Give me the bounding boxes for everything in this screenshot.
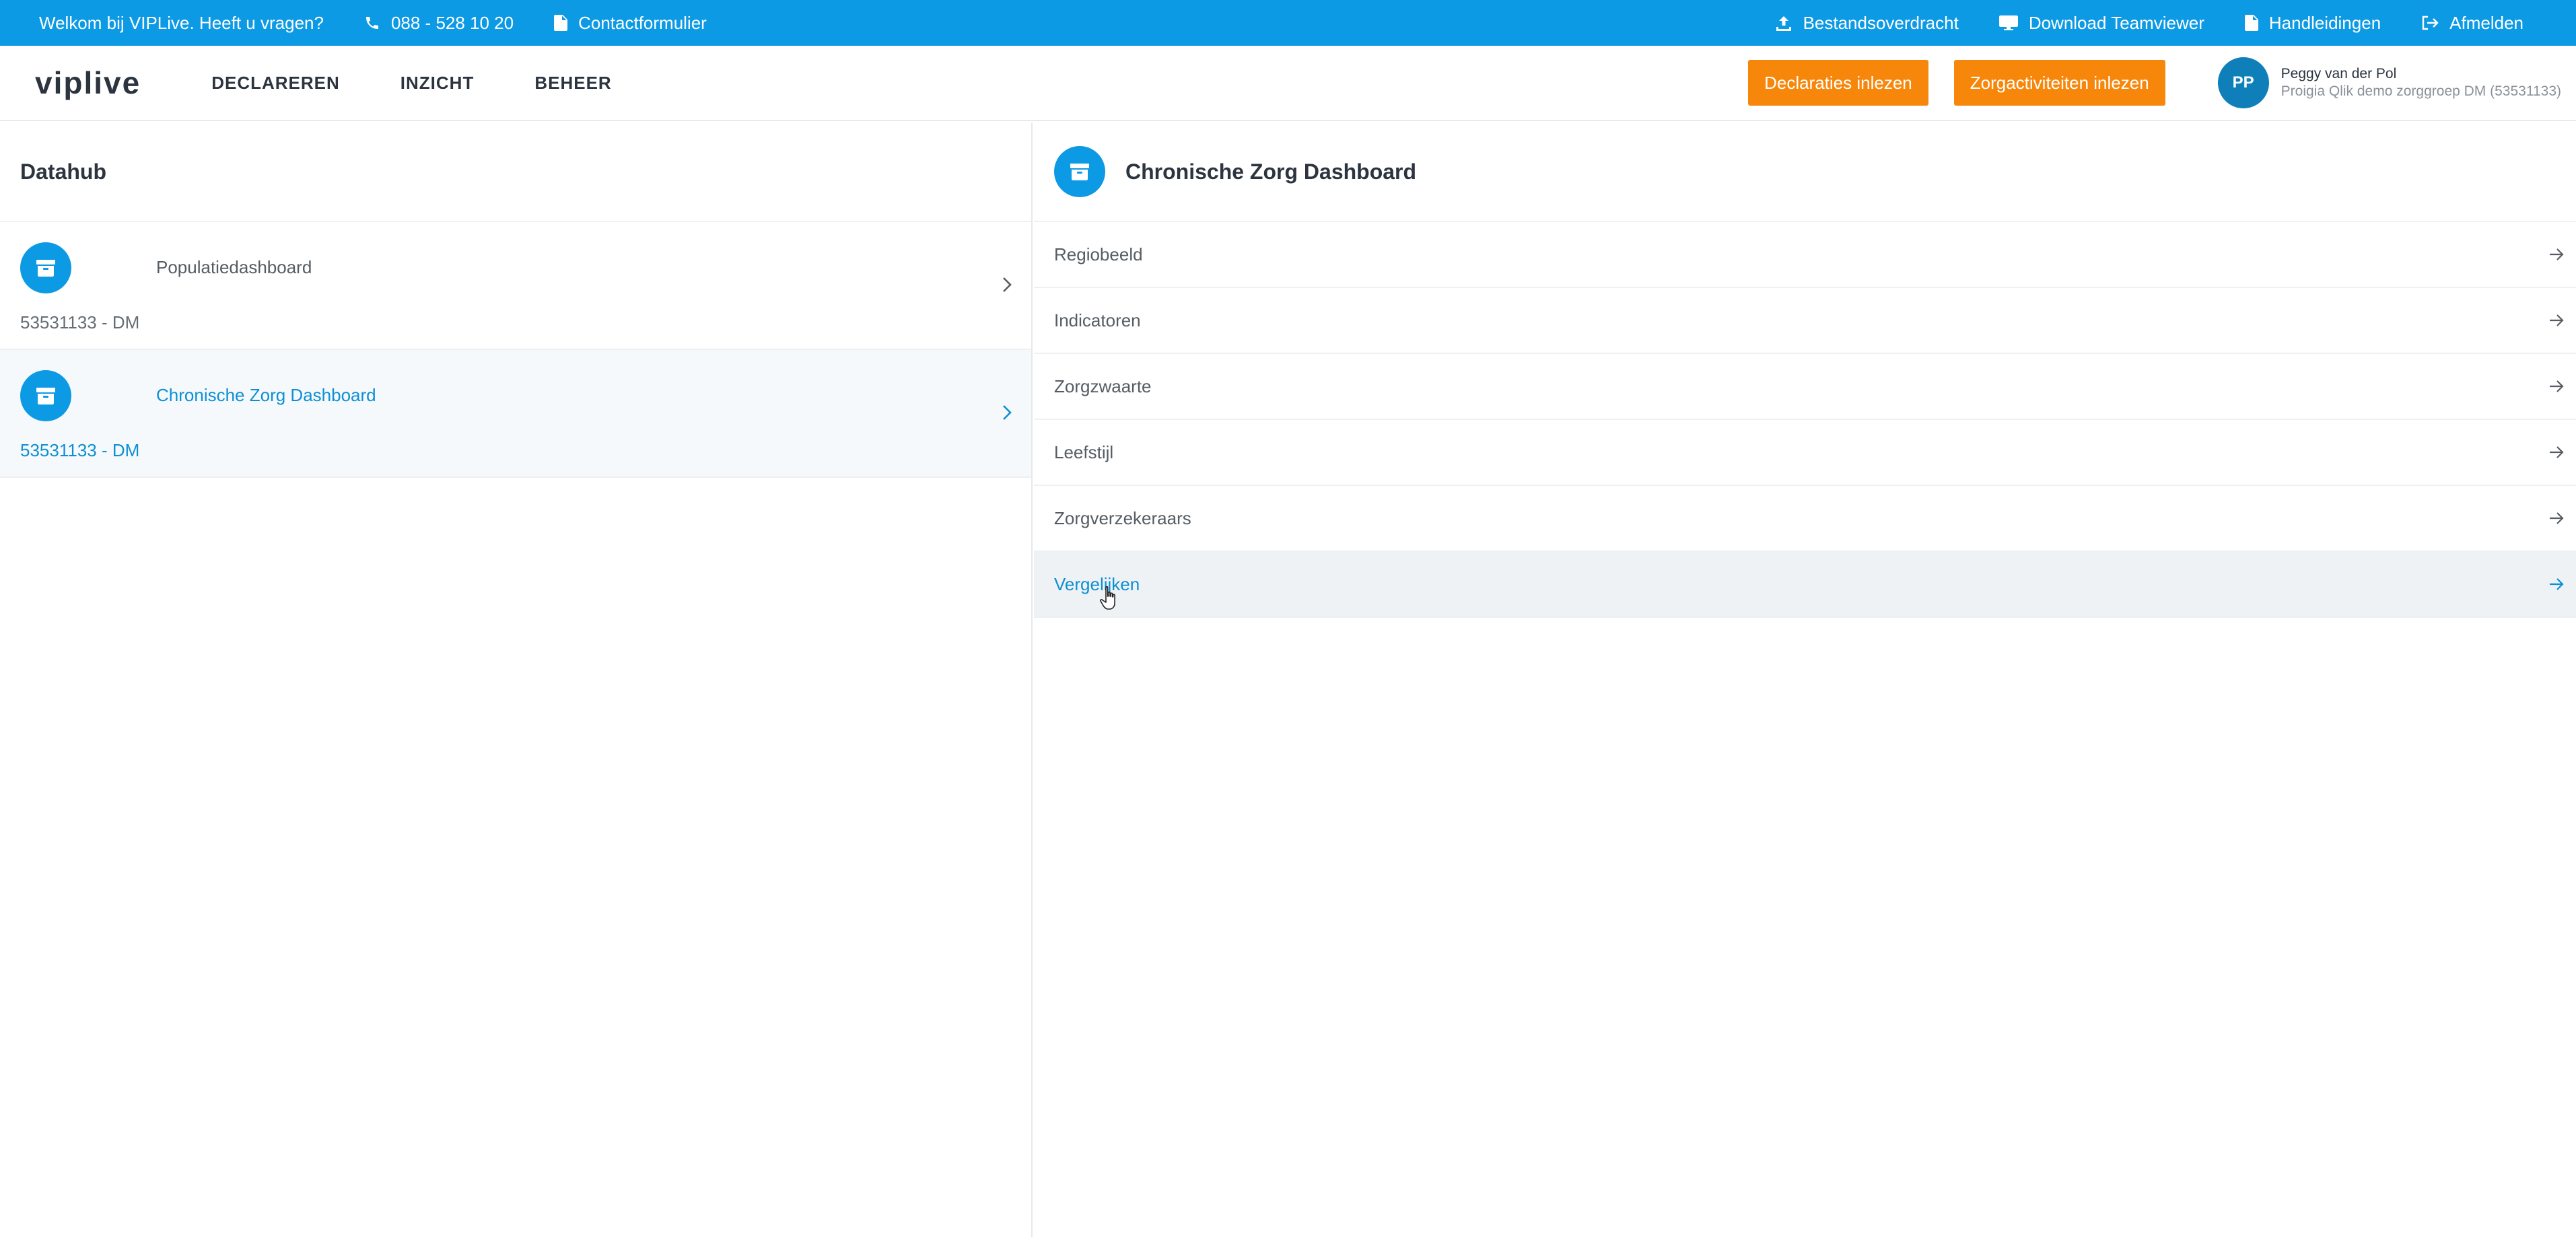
menu-item-vergelijken[interactable]: Vergelijken (1034, 552, 2576, 618)
import-declarations-button[interactable]: Declaraties inlezen (1748, 60, 1928, 106)
teamviewer-link[interactable]: Download Teamviewer (1998, 12, 2204, 34)
main-nav: DECLAREREN INZICHT BEHEER (211, 73, 672, 94)
manuals-link[interactable]: Handleidingen (2244, 12, 2381, 34)
menu-item-label: Vergelijken (1054, 573, 1140, 594)
welcome-text: Welkom bij VIPLive. Heeft u vragen? (39, 13, 324, 34)
file-transfer-link[interactable]: Bestandsoverdracht (1775, 13, 1959, 34)
monitor-icon (1998, 15, 2018, 30)
import-care-activities-button[interactable]: Zorgactiviteiten inlezen (1953, 60, 2165, 106)
menu-item-zorgzwaarte[interactable]: Zorgzwaarte (1034, 354, 2576, 420)
nav-declareren[interactable]: DECLAREREN (211, 73, 340, 94)
document-icon (554, 15, 568, 31)
menu-item-label: Regiobeeld (1054, 244, 1143, 264)
dashboard-item-chronische-zorg[interactable]: Chronische Zorg Dashboard 53531133 - DM (0, 350, 1031, 478)
teamviewer-label: Download Teamviewer (2028, 12, 2204, 33)
menu-item-label: Leefstijl (1054, 441, 1114, 462)
archive-icon (20, 242, 71, 293)
top-info-bar: Welkom bij VIPLive. Heeft u vragen? 088 … (0, 0, 2576, 46)
archive-icon (20, 370, 71, 421)
logout-label: Afmelden (2449, 12, 2523, 33)
chevron-right-icon (1003, 405, 1012, 420)
welcome-label: Welkom bij VIPLive. Heeft u vragen? (39, 12, 324, 33)
nav-inzicht[interactable]: INZICHT (401, 73, 475, 94)
hand-cursor-icon (1100, 586, 1115, 610)
logout-link[interactable]: Afmelden (2421, 13, 2523, 34)
detail-header: Chronische Zorg Dashboard (1034, 122, 2576, 222)
dashboard-code: 53531133 - DM (20, 312, 140, 332)
user-organization: Proigia Qlik demo zorggroep DM (53531133… (2281, 83, 2561, 99)
logout-icon (2422, 15, 2439, 30)
arrow-right-icon (2550, 512, 2564, 524)
menu-item-label: Zorgzwaarte (1054, 376, 1152, 396)
menu-item-regiobeeld[interactable]: Regiobeeld (1034, 222, 2576, 288)
user-name: Peggy van der Pol (2281, 66, 2397, 81)
datahub-panel: Datahub Populatiedashboard 53531133 - DM… (0, 122, 1033, 1237)
phone-link[interactable]: 088 - 528 10 20 (364, 13, 514, 34)
logo[interactable]: viplive (35, 65, 141, 101)
arrow-right-icon (2550, 248, 2564, 260)
archive-icon (1054, 146, 1105, 197)
datahub-title: Datahub (0, 122, 1031, 222)
menu-item-label: Indicatoren (1054, 310, 1141, 330)
chevron-right-icon (1003, 277, 1012, 292)
arrow-right-icon (2550, 314, 2564, 326)
arrow-right-icon (2550, 380, 2564, 392)
dashboard-name: Populatiedashboard (156, 257, 312, 277)
nav-beheer[interactable]: BEHEER (534, 73, 611, 94)
dashboard-code: 53531133 - DM (20, 440, 140, 460)
phone-label: 088 - 528 10 20 (390, 12, 514, 33)
detail-title: Chronische Zorg Dashboard (1125, 159, 1417, 184)
arrow-right-icon (2550, 578, 2564, 590)
phone-icon (365, 17, 378, 29)
main-header: viplive DECLAREREN INZICHT BEHEER Declar… (0, 46, 2576, 121)
document-icon (2244, 15, 2258, 31)
dashboard-detail-panel: Chronische Zorg Dashboard Regiobeeld Ind… (1034, 122, 2576, 1237)
manuals-label: Handleidingen (2268, 12, 2381, 33)
contact-link[interactable]: Contactformulier (554, 13, 707, 34)
menu-item-zorgverzekeraars[interactable]: Zorgverzekeraars (1034, 486, 2576, 552)
dashboard-item-populatie[interactable]: Populatiedashboard 53531133 - DM (0, 222, 1031, 350)
menu-item-label: Zorgverzekeraars (1054, 507, 1191, 528)
menu-item-leefstijl[interactable]: Leefstijl (1034, 420, 2576, 486)
upload-icon (1776, 16, 1791, 31)
arrow-right-icon (2550, 446, 2564, 458)
avatar[interactable]: PP (2217, 57, 2269, 108)
contact-label: Contactformulier (578, 12, 707, 33)
menu-item-indicatoren[interactable]: Indicatoren (1034, 288, 2576, 354)
dashboard-name: Chronische Zorg Dashboard (156, 385, 376, 405)
file-transfer-label: Bestandsoverdracht (1803, 12, 1959, 33)
user-menu[interactable]: PP Peggy van der Pol Proigia Qlik demo z… (2217, 57, 2561, 108)
